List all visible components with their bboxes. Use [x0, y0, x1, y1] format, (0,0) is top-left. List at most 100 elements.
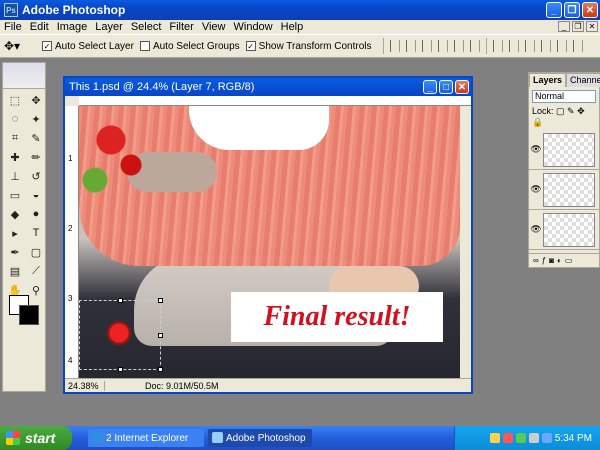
- marquee-tool-icon[interactable]: ⬚: [5, 91, 25, 109]
- eye-icon[interactable]: 👁: [529, 144, 543, 155]
- lasso-tool-icon[interactable]: ◌: [5, 110, 25, 128]
- tab-channels[interactable]: Channels: [566, 73, 600, 87]
- transform-bounding-box[interactable]: [79, 298, 163, 372]
- auto-select-layer-checkbox[interactable]: ✓ Auto Select Layer: [42, 41, 134, 52]
- paint-bucket-tool-icon[interactable]: ◒: [26, 186, 46, 204]
- taskbar-item-photoshop[interactable]: Adobe Photoshop: [208, 429, 312, 447]
- healing-brush-tool-icon[interactable]: ✚: [5, 148, 25, 166]
- distribute-vcenter-icon[interactable]: [509, 40, 520, 52]
- shape-tool-icon[interactable]: ▢: [26, 243, 46, 261]
- align-right-icon[interactable]: [470, 40, 481, 52]
- crop-tool-icon[interactable]: ⌗: [5, 129, 25, 147]
- blur-tool-icon[interactable]: ◆: [5, 205, 25, 223]
- layer-row[interactable]: 👁: [529, 210, 599, 250]
- menu-image[interactable]: Image: [57, 21, 88, 33]
- type-tool-icon[interactable]: T: [26, 224, 46, 242]
- eraser-tool-icon[interactable]: ▭: [5, 186, 25, 204]
- layer-style-icon[interactable]: ƒ: [542, 256, 546, 265]
- background-color-swatch[interactable]: [19, 305, 39, 325]
- zoom-level[interactable]: 24.38%: [65, 380, 105, 391]
- doc-close-button[interactable]: ✕: [455, 80, 469, 94]
- ruler-mark: 1: [68, 154, 73, 163]
- align-top-icon[interactable]: [390, 40, 401, 52]
- menu-view[interactable]: View: [202, 21, 226, 33]
- eyedropper-tool-icon[interactable]: ⟋: [26, 262, 46, 280]
- minimize-button[interactable]: _: [546, 2, 562, 18]
- start-button[interactable]: start: [0, 426, 72, 450]
- blend-mode-select[interactable]: Normal: [532, 90, 596, 103]
- close-button[interactable]: ✕: [582, 2, 598, 18]
- menu-window[interactable]: Window: [234, 21, 273, 33]
- menu-select[interactable]: Select: [131, 21, 162, 33]
- distribute-left-icon[interactable]: [541, 40, 552, 52]
- arm-image: [189, 106, 329, 150]
- transform-handle[interactable]: [158, 298, 163, 303]
- mdi-restore-button[interactable]: ❐: [572, 21, 584, 32]
- notes-tool-icon[interactable]: ▤: [5, 262, 25, 280]
- transform-handle[interactable]: [118, 298, 123, 303]
- doc-minimize-button[interactable]: _: [423, 80, 437, 94]
- eye-icon[interactable]: 👁: [529, 184, 543, 195]
- tray-icon[interactable]: [515, 433, 526, 443]
- menu-file[interactable]: File: [4, 21, 22, 33]
- network-icon[interactable]: [541, 433, 552, 443]
- layer-mask-icon[interactable]: ◙: [549, 256, 554, 265]
- distribute-hcenter-icon[interactable]: [557, 40, 568, 52]
- brush-tool-icon[interactable]: ✏: [26, 148, 46, 166]
- checkbox-icon: [139, 41, 150, 51]
- align-hcenter-icon[interactable]: [454, 40, 465, 52]
- history-brush-tool-icon[interactable]: ↺: [26, 167, 46, 185]
- transform-handle[interactable]: [158, 367, 163, 372]
- restore-button[interactable]: ❐: [564, 2, 580, 18]
- final-result-caption: Final result!: [231, 292, 443, 342]
- vertical-ruler: 1 2 3 4: [65, 106, 79, 382]
- align-bottom-icon[interactable]: [422, 40, 433, 52]
- align-left-icon[interactable]: [438, 40, 449, 52]
- layers-tabs: Layers Channels: [529, 73, 600, 87]
- distribute-right-icon[interactable]: [573, 40, 584, 52]
- auto-select-groups-checkbox[interactable]: Auto Select Groups: [139, 40, 240, 52]
- layer-row[interactable]: 👁: [529, 170, 599, 210]
- menu-layer[interactable]: Layer: [95, 21, 123, 33]
- document-window: This 1.psd @ 24.4% (Layer 7, RGB/8) _ □ …: [63, 76, 473, 394]
- doc-maximize-button[interactable]: □: [439, 80, 453, 94]
- show-transform-controls-checkbox[interactable]: ✓ Show Transform Controls: [245, 41, 371, 52]
- mdi-minimize-button[interactable]: _: [558, 21, 570, 32]
- transform-handle[interactable]: [118, 367, 123, 372]
- magic-wand-tool-icon[interactable]: ✦: [26, 110, 46, 128]
- distribute-bottom-icon[interactable]: [525, 40, 536, 52]
- link-layers-icon[interactable]: ∞: [533, 256, 539, 265]
- align-vcenter-icon[interactable]: [406, 40, 417, 52]
- dodge-tool-icon[interactable]: ●: [26, 205, 46, 223]
- tool-grid: ⬚ ✥ ◌ ✦ ⌗ ✎ ✚ ✏ ⊥ ↺ ▭ ◒ ◆ ● ▸ T ✒ ▢ ▤ ⟋ …: [3, 89, 45, 301]
- taskbar-item-internet-explorer[interactable]: 2 Internet Explorer: [88, 429, 204, 447]
- move-tool-icon[interactable]: ✥: [26, 91, 46, 109]
- layer-row[interactable]: 👁: [529, 130, 599, 170]
- clock[interactable]: 5:34 PM: [555, 433, 592, 444]
- path-selection-tool-icon[interactable]: ▸: [5, 224, 25, 242]
- horizontal-ruler: [79, 96, 471, 106]
- tray-icon[interactable]: [502, 433, 513, 443]
- tray-icon[interactable]: [489, 433, 500, 443]
- menu-filter[interactable]: Filter: [169, 21, 193, 33]
- menu-edit[interactable]: Edit: [30, 21, 49, 33]
- layer-thumbnail: [543, 132, 595, 167]
- document-size-info[interactable]: Doc: 9.01M/50.5M: [145, 381, 219, 391]
- eye-icon[interactable]: 👁: [529, 224, 543, 235]
- document-canvas[interactable]: Final result!: [79, 106, 460, 382]
- start-label: start: [25, 430, 56, 446]
- volume-icon[interactable]: [528, 433, 539, 443]
- move-tool-preset-icon[interactable]: ✥▾: [4, 37, 42, 55]
- tab-layers[interactable]: Layers: [529, 73, 567, 87]
- distribute-top-icon[interactable]: [493, 40, 504, 52]
- zoom-tool-icon[interactable]: ⚲: [26, 281, 46, 299]
- auto-select-groups-label: Auto Select Groups: [152, 40, 240, 52]
- menu-help[interactable]: Help: [281, 21, 304, 33]
- slice-tool-icon[interactable]: ✎: [26, 129, 46, 147]
- pen-tool-icon[interactable]: ✒: [5, 243, 25, 261]
- adjustment-layer-icon[interactable]: ◐: [557, 256, 562, 265]
- mdi-close-button[interactable]: ✕: [586, 21, 598, 32]
- clone-stamp-tool-icon[interactable]: ⊥: [5, 167, 25, 185]
- new-group-icon[interactable]: ▭: [565, 256, 573, 265]
- transform-handle[interactable]: [158, 333, 163, 338]
